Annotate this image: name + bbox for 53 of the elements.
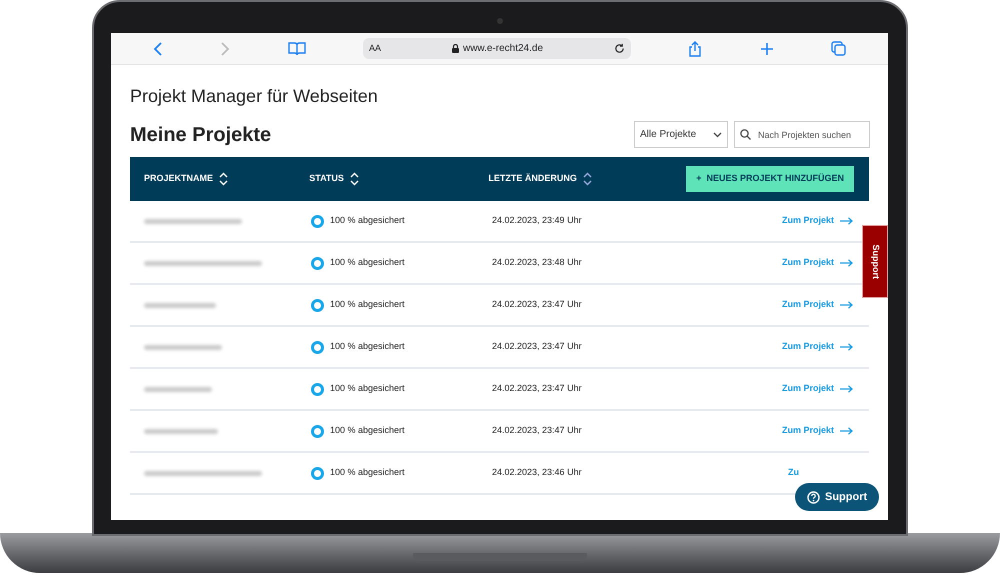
status-ring-icon — [311, 298, 324, 312]
status-text: 100 % abgesichert — [330, 256, 405, 270]
text-size-button[interactable]: AA — [368, 42, 381, 56]
blurred-project-name — [144, 302, 216, 308]
column-header[interactable]: PROJEKTNAME — [144, 172, 214, 186]
date-text: 24.02.2023, 23:47 Uhr — [492, 425, 582, 436]
status-ring-icon — [311, 340, 324, 354]
chevron-down-icon — [713, 132, 722, 138]
support-button[interactable]: Support — [795, 483, 880, 511]
page-title: Projekt Manager für Webseiten — [130, 85, 379, 108]
address-bar[interactable]: AA www.e-recht24.de — [362, 38, 631, 59]
status-ring-icon — [311, 214, 324, 228]
date-text: 24.02.2023, 23:48 Uhr — [492, 257, 582, 268]
tabs-icon[interactable] — [830, 41, 846, 56]
support-tab[interactable]: Support — [862, 225, 888, 298]
blurred-project-name — [144, 386, 212, 392]
status-text: 100 % abgesichert — [330, 424, 405, 438]
arrow-right-icon — [840, 301, 853, 309]
book-icon[interactable] — [288, 42, 306, 56]
status-ring-icon — [311, 256, 324, 270]
date-text: 24.02.2023, 23:47 Uhr — [492, 299, 582, 310]
status-text: 100 % abgesichert — [330, 214, 405, 228]
share-icon[interactable] — [688, 40, 702, 56]
arrow-right-icon — [840, 385, 853, 393]
date-text: 24.02.2023, 23:49 Uhr — [492, 215, 582, 226]
arrow-right-icon — [840, 427, 853, 435]
reload-icon[interactable] — [614, 43, 625, 54]
plus-icon[interactable] — [760, 42, 774, 56]
status-text: 100 % abgesichert — [330, 340, 405, 354]
help-icon — [807, 490, 820, 504]
status-ring-icon — [311, 424, 324, 438]
section-title: Meine Projekte — [130, 123, 272, 148]
search-field[interactable]: Nach Projekten suchen — [734, 121, 870, 148]
date-text: 24.02.2023, 23:47 Uhr — [492, 383, 582, 394]
arrow-right-icon — [840, 259, 853, 267]
date-text: 24.02.2023, 23:47 Uhr — [492, 341, 582, 352]
back-icon[interactable] — [153, 42, 163, 56]
date-text: 24.02.2023, 23:46 Uhr — [492, 467, 582, 478]
lock-icon — [452, 44, 459, 53]
search-icon — [740, 129, 751, 140]
arrow-right-icon — [840, 217, 853, 225]
sort-icon[interactable] — [582, 172, 592, 186]
add-project-button[interactable]: + NEUES PROJEKT HINZUFÜGEN — [686, 166, 854, 192]
status-ring-icon — [311, 466, 324, 480]
status-text: 100 % abgesichert — [330, 298, 405, 312]
column-header[interactable]: LETZTE ÄNDERUNG — [488, 172, 577, 186]
status-text: 100 % abgesichert — [330, 466, 405, 480]
url-text: www.e-recht24.de — [462, 42, 544, 56]
status-ring-icon — [311, 382, 324, 396]
status-text: 100 % abgesichert — [330, 382, 405, 396]
filter-dropdown[interactable]: Alle Projekte — [634, 121, 728, 148]
arrow-right-icon — [840, 343, 853, 351]
column-header[interactable]: STATUS — [309, 172, 344, 186]
